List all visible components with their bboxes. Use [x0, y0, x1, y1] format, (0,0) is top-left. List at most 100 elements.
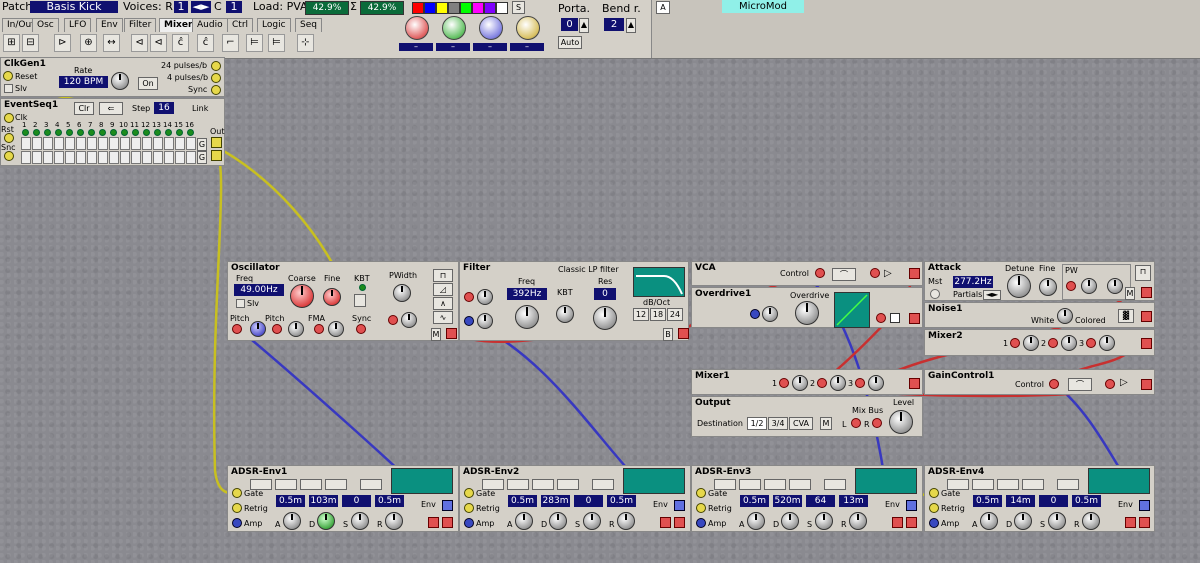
amp-input[interactable] [696, 518, 706, 528]
env-curve-d-button[interactable] [507, 479, 529, 490]
step-top-button-10[interactable] [120, 137, 130, 150]
s-button[interactable]: S [512, 1, 525, 14]
partials-spinner[interactable]: ◄► [983, 290, 1001, 300]
step-led-1[interactable] [22, 129, 29, 136]
step-bottom-button-3[interactable] [43, 151, 53, 164]
slot-a-button[interactable]: A [656, 1, 670, 14]
step-bottom-button-7[interactable] [87, 151, 97, 164]
env-a-knob[interactable] [283, 512, 301, 530]
control-input[interactable] [815, 268, 825, 278]
wave-tri-button[interactable]: ∧ [433, 297, 453, 310]
out1-output[interactable] [211, 137, 222, 148]
step-top-button-14[interactable] [164, 137, 174, 150]
level-knob[interactable] [889, 410, 913, 434]
env-aux-output[interactable] [892, 517, 903, 528]
color-swatch-2[interactable] [424, 2, 436, 14]
pwidth-mod-knob[interactable] [401, 312, 417, 328]
freq-mod1-input[interactable] [464, 292, 474, 302]
wave-saw-button[interactable]: ◿ [433, 283, 453, 296]
g2-button[interactable]: G [197, 151, 207, 164]
filter-output[interactable] [678, 328, 689, 339]
voices-c-field[interactable]: 1 [226, 1, 242, 13]
out2-output[interactable] [211, 150, 222, 161]
mixer1-level-knob-3[interactable] [868, 375, 884, 391]
gate-input[interactable] [232, 488, 242, 498]
env-curve-s-button[interactable] [997, 479, 1019, 490]
l-input[interactable] [851, 418, 861, 428]
env-shape-button[interactable] [592, 479, 614, 490]
fma-input[interactable] [314, 324, 324, 334]
overdrive-input[interactable] [876, 313, 886, 323]
wave-sine-button[interactable]: ∿ [433, 311, 453, 324]
step-bottom-button-14[interactable] [164, 151, 174, 164]
porta-spinner[interactable]: ▲ [579, 18, 589, 33]
mixer-tool-button[interactable]: ⊞ [3, 34, 20, 52]
mixer2-level-knob-1[interactable] [1023, 335, 1039, 351]
env-aux-output[interactable] [1125, 517, 1136, 528]
env-shape-button[interactable] [1057, 479, 1079, 490]
swap-tool-button[interactable]: ↔ [103, 34, 120, 52]
env-d-knob[interactable] [549, 512, 567, 530]
amp-tool-button[interactable]: ⊲ [131, 34, 148, 52]
env-end-output[interactable] [442, 517, 453, 528]
step-led-13[interactable] [154, 129, 161, 136]
tab-osc[interactable]: Osc [32, 18, 59, 32]
step-bottom-button-2[interactable] [32, 151, 42, 164]
sync-input[interactable] [356, 324, 366, 334]
env-r-knob[interactable] [385, 512, 403, 530]
step-bottom-button-10[interactable] [120, 151, 130, 164]
kbt-led[interactable] [359, 284, 366, 291]
mod2-tool-button[interactable]: ĉ [197, 34, 214, 52]
mixer1-output[interactable] [909, 378, 920, 389]
fma-knob[interactable] [328, 321, 344, 337]
env-r-knob[interactable] [1082, 512, 1100, 530]
env-r-knob[interactable] [617, 512, 635, 530]
detune-knob[interactable] [1007, 274, 1031, 298]
step-bottom-button-11[interactable] [131, 151, 141, 164]
env-a-knob[interactable] [747, 512, 765, 530]
step-bottom-button-5[interactable] [65, 151, 75, 164]
env-output[interactable] [442, 500, 453, 511]
output-mute-button[interactable]: M [820, 417, 832, 430]
env-s-knob[interactable] [815, 512, 833, 530]
step-led-7[interactable] [88, 129, 95, 136]
env-aux-output[interactable] [428, 517, 439, 528]
step-led-16[interactable] [187, 129, 194, 136]
morph-knob-2[interactable] [442, 16, 466, 40]
freq-knob[interactable] [515, 305, 539, 329]
step-top-button-1[interactable] [21, 137, 31, 150]
overdrive-mod-knob[interactable] [762, 306, 778, 322]
color-swatch-3[interactable] [436, 2, 448, 14]
porta-field[interactable]: 0 [561, 18, 578, 31]
freq-mod2-knob[interactable] [477, 313, 493, 329]
freq-mod2-input[interactable] [464, 316, 474, 326]
mixer2-level-knob-3[interactable] [1099, 335, 1115, 351]
step-bottom-button-13[interactable] [153, 151, 163, 164]
slope-12-button[interactable]: 12 [633, 308, 649, 321]
step-bottom-button-16[interactable] [186, 151, 196, 164]
morph-knob-1[interactable] [405, 16, 429, 40]
env-curve-r-button[interactable] [1022, 479, 1044, 490]
step-bottom-button-4[interactable] [54, 151, 64, 164]
square-wave-button[interactable]: ⊓ [1135, 265, 1151, 281]
slope-24-button[interactable]: 24 [667, 308, 683, 321]
env-d-knob[interactable] [1014, 512, 1032, 530]
dest-1-2-button[interactable]: 1/2 [747, 417, 767, 430]
freq-mod1-knob[interactable] [477, 289, 493, 305]
g1-button[interactable]: G [197, 138, 207, 151]
retrig-input[interactable] [464, 503, 474, 513]
gate-input[interactable] [464, 488, 474, 498]
mixer1-input-2[interactable] [817, 378, 827, 388]
tab-env[interactable]: Env [96, 18, 123, 32]
overdrive-output[interactable] [909, 313, 920, 324]
tab-ctrl[interactable]: Ctrl [227, 18, 254, 32]
step-top-button-7[interactable] [87, 137, 97, 150]
step-top-button-9[interactable] [109, 137, 119, 150]
noise-output[interactable] [1141, 311, 1152, 322]
vca-curve-button[interactable]: ⌒ [832, 268, 856, 281]
mixer2-tool-button[interactable]: ⊟ [22, 34, 39, 52]
env-curve-r-button[interactable] [789, 479, 811, 490]
rst-input[interactable] [4, 133, 14, 143]
gc-curve-button[interactable]: ⌒ [1068, 378, 1092, 391]
color-swatch-7[interactable] [484, 2, 496, 14]
